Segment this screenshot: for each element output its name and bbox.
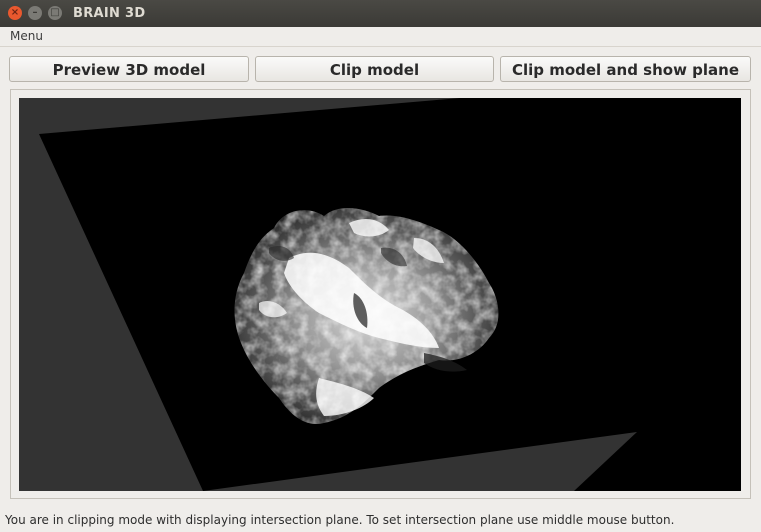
3d-viewport[interactable] — [19, 98, 741, 491]
preview-3d-model-button[interactable]: Preview 3D model — [9, 56, 249, 82]
status-message: You are in clipping mode with displaying… — [5, 513, 675, 527]
clip-model-show-plane-button[interactable]: Clip model and show plane — [500, 56, 751, 82]
menu-menu[interactable]: Menu — [10, 29, 43, 43]
title-bar: × – □ BRAIN 3D — [0, 0, 761, 27]
maximize-icon[interactable]: □ — [48, 6, 62, 20]
window-title: BRAIN 3D — [73, 6, 146, 21]
minimize-icon[interactable]: – — [28, 6, 42, 20]
3d-render-canvas[interactable] — [19, 98, 741, 491]
menu-bar: Menu — [0, 27, 761, 47]
close-icon[interactable]: × — [8, 6, 22, 20]
clip-model-button[interactable]: Clip model — [255, 56, 494, 82]
